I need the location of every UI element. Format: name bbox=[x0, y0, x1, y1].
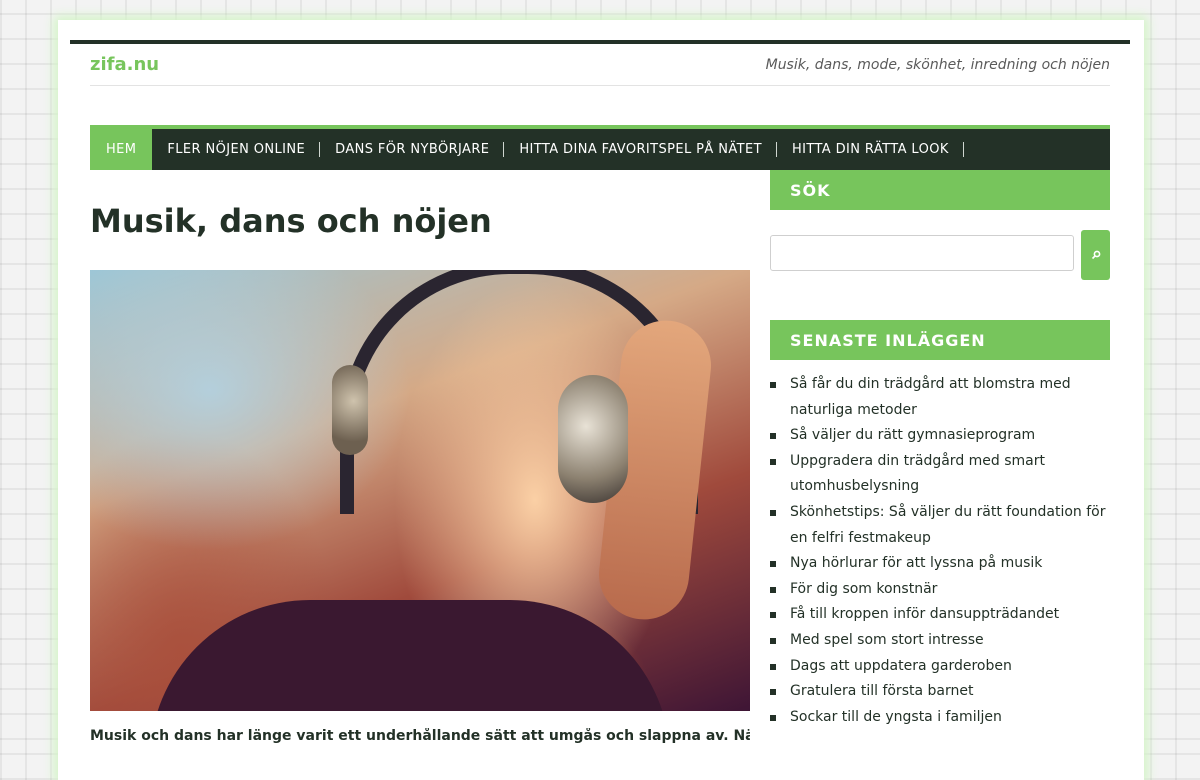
recent-post-link[interactable]: Med spel som stort intresse bbox=[790, 632, 984, 648]
list-item: Gratulera till första barnet bbox=[770, 679, 1110, 705]
list-item: Skönhetstips: Så väljer du rätt foundati… bbox=[770, 500, 1110, 551]
recent-posts-title: Senaste inläggen bbox=[770, 320, 1110, 360]
search-form bbox=[770, 230, 1110, 280]
recent-post-link[interactable]: Sockar till de yngsta i familjen bbox=[790, 709, 1002, 725]
recent-post-link[interactable]: Skönhetstips: Så väljer du rätt foundati… bbox=[790, 504, 1106, 546]
list-item: Så får du din trädgård att blomstra med … bbox=[770, 372, 1110, 423]
list-item: Så väljer du rätt gymnasieprogram bbox=[770, 423, 1110, 449]
recent-post-link[interactable]: Nya hörlurar för att lyssna på musik bbox=[790, 555, 1042, 571]
recent-post-link[interactable]: Uppgradera din trädgård med smart utomhu… bbox=[790, 453, 1045, 495]
search-icon bbox=[1091, 250, 1100, 260]
recent-post-link[interactable]: Gratulera till första barnet bbox=[790, 683, 973, 699]
site-header: zifa.nu Musik, dans, mode, skönhet, inre… bbox=[90, 52, 1110, 86]
hero-headphone-cup-left bbox=[332, 365, 368, 455]
hero-headphone-cup-right bbox=[558, 375, 628, 503]
list-item: Med spel som stort intresse bbox=[770, 628, 1110, 654]
search-button[interactable] bbox=[1081, 230, 1110, 280]
post-title: Musik, dans och nöjen bbox=[90, 202, 492, 240]
main-navigation: Hem Fler nöjen online Dans för nybörjare… bbox=[90, 125, 1110, 170]
sidebar: Sök Senaste inläggen Så får du din trädg… bbox=[770, 170, 1110, 725]
recent-post-link[interactable]: Få till kroppen inför dansuppträdandet bbox=[790, 606, 1059, 622]
recent-post-link[interactable]: För dig som konstnär bbox=[790, 581, 937, 597]
nav-item-ratta-look[interactable]: Hitta din rätta look bbox=[777, 129, 964, 170]
list-item: Nya hörlurar för att lyssna på musik bbox=[770, 551, 1110, 577]
list-item: Få till kroppen inför dansuppträdandet bbox=[770, 602, 1110, 628]
nav-item-fler-nojen-online[interactable]: Fler nöjen online bbox=[152, 129, 320, 170]
nav-item-hem[interactable]: Hem bbox=[90, 129, 153, 170]
list-item: För dig som konstnär bbox=[770, 577, 1110, 603]
search-widget-title: Sök bbox=[770, 170, 1110, 210]
featured-image[interactable] bbox=[90, 270, 750, 711]
post-excerpt: Musik och dans har länge varit ett under… bbox=[90, 728, 750, 744]
recent-posts-widget: Senaste inläggen Så får du din trädgård … bbox=[770, 320, 1110, 730]
list-item: Uppgradera din trädgård med smart utomhu… bbox=[770, 449, 1110, 500]
site-wrapper: zifa.nu Musik, dans, mode, skönhet, inre… bbox=[70, 40, 1130, 764]
recent-post-link[interactable]: Så väljer du rätt gymnasieprogram bbox=[790, 427, 1035, 443]
list-item: Dags att uppdatera garderoben bbox=[770, 654, 1110, 680]
recent-post-link[interactable]: Dags att uppdatera garderoben bbox=[790, 658, 1012, 674]
recent-posts-list: Så får du din trädgård att blomstra med … bbox=[770, 372, 1110, 730]
site-title-link[interactable]: zifa.nu bbox=[90, 54, 159, 75]
hero-shirt-shape bbox=[150, 600, 670, 711]
recent-post-link[interactable]: Så får du din trädgård att blomstra med … bbox=[790, 376, 1071, 418]
list-item: Sockar till de yngsta i familjen bbox=[770, 705, 1110, 731]
nav-item-dans-for-nyborjare[interactable]: Dans för nybörjare bbox=[320, 129, 505, 170]
nav-item-favoritspel[interactable]: Hitta dina favoritspel på nätet bbox=[504, 129, 777, 170]
site-tagline: Musik, dans, mode, skönhet, inredning oc… bbox=[765, 57, 1110, 73]
search-input[interactable] bbox=[770, 235, 1074, 271]
